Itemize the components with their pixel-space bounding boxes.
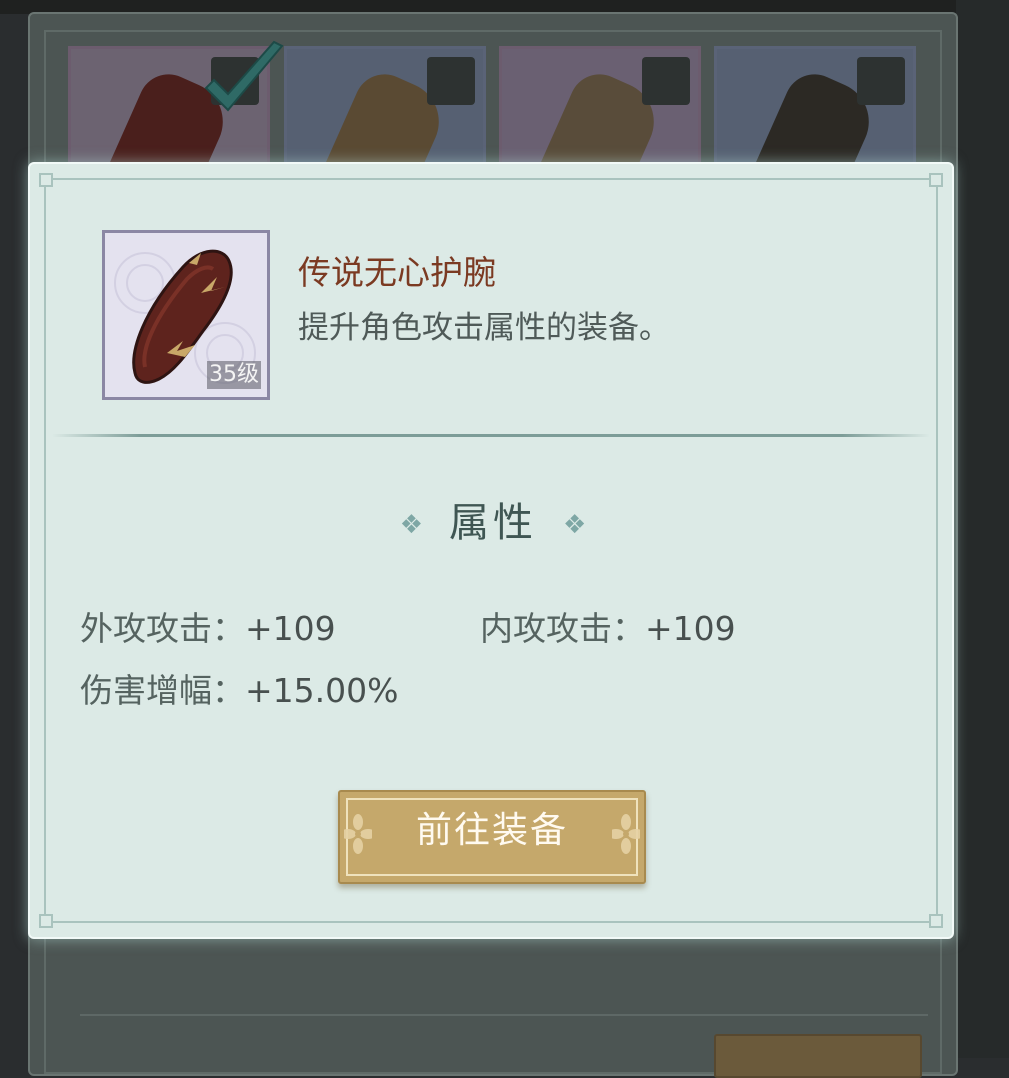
go-equip-label: 前往装备 — [415, 810, 568, 851]
stat-value: +109 — [245, 609, 336, 648]
stat-label: 内攻攻击： — [480, 609, 645, 648]
stat-row: 内攻攻击：+109 — [480, 602, 736, 650]
slot-checkbox-3[interactable] — [642, 57, 690, 105]
go-equip-button[interactable]: 前往装备 — [338, 790, 646, 884]
check-mark-icon — [204, 40, 284, 112]
diamond-ornament-icon: ❖ — [399, 510, 423, 540]
attributes-title: 属性 — [449, 500, 537, 546]
stat-row: 外攻攻击：+109 — [80, 602, 336, 650]
stat-row: 伤害增幅：+15.00% — [80, 664, 398, 712]
stat-value: +15.00% — [245, 671, 399, 710]
frame-corner-ornament — [39, 173, 53, 187]
item-detail-dialog: 35级 传说无心护腕 提升角色攻击属性的装备。 ❖ 属性 ❖ 外攻攻击：+109 内… — [28, 162, 954, 939]
item-description: 提升角色攻击属性的装备。 — [298, 310, 670, 346]
section-divider — [52, 434, 930, 437]
background-confirm-button — [714, 1034, 922, 1078]
frame-corner-ornament — [929, 914, 943, 928]
frame-corner-ornament — [929, 173, 943, 187]
slot-checkbox-4[interactable] — [857, 57, 905, 105]
item-name: 传说无心护腕 — [298, 253, 496, 292]
slot-checkbox-2[interactable] — [427, 57, 475, 105]
frame-corner-ornament — [39, 914, 53, 928]
stat-label: 外攻攻击： — [80, 609, 245, 648]
item-level-badge: 35级 — [207, 361, 261, 389]
diamond-ornament-icon: ❖ — [563, 510, 587, 540]
stat-value: +109 — [645, 609, 736, 648]
background-right-strip — [956, 0, 1009, 1058]
item-icon-frame: 35级 — [102, 230, 270, 400]
attributes-heading: ❖ 属性 ❖ — [30, 490, 956, 548]
background-divider — [80, 1014, 928, 1016]
stat-label: 伤害增幅： — [80, 671, 245, 710]
